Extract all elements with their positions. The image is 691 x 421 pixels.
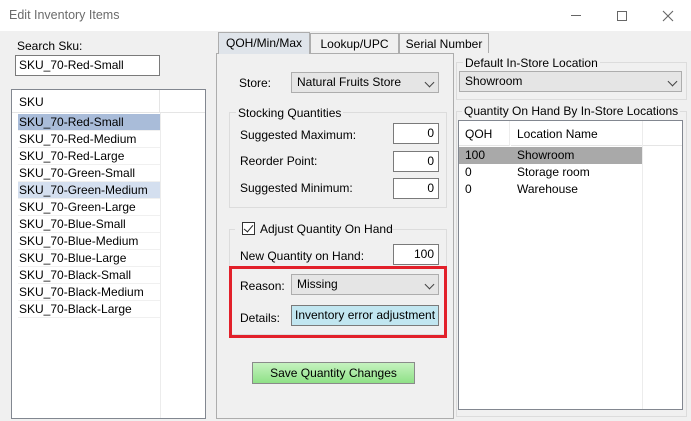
grid-divider bbox=[160, 113, 161, 418]
suggested-min-input[interactable]: 0 bbox=[393, 178, 439, 199]
sku-list-item[interactable]: SKU_70-Black-Medium bbox=[18, 284, 160, 301]
tab-qoh-min-max[interactable]: QOH/Min/Max bbox=[218, 32, 310, 54]
default-location-value: Showroom bbox=[465, 74, 523, 88]
sku-column-header[interactable]: SKU bbox=[12, 90, 160, 113]
sku-list-item[interactable]: SKU_70-Black-Large bbox=[18, 301, 160, 318]
chevron-down-icon bbox=[667, 76, 678, 87]
sku-list-item[interactable]: SKU_70-Red-Medium bbox=[18, 131, 160, 148]
sku-list-item[interactable]: SKU_70-Blue-Large bbox=[18, 250, 160, 267]
location-name-column-header[interactable]: Location Name bbox=[511, 121, 643, 146]
default-location-select[interactable]: Showroom bbox=[459, 71, 682, 92]
new-quantity-label: New Quantity on Hand: bbox=[240, 249, 365, 263]
qoh-cell: 0 bbox=[465, 165, 472, 179]
header-filler bbox=[643, 121, 682, 146]
minimize-icon bbox=[571, 15, 581, 16]
maximize-icon bbox=[617, 10, 627, 21]
stocking-quantities-title: Stocking Quantities bbox=[236, 106, 344, 120]
qoh-cell: 0 bbox=[465, 182, 472, 196]
store-select[interactable]: Natural Fruits Store bbox=[291, 72, 439, 93]
location-name-cell: Showroom bbox=[517, 148, 575, 162]
location-name-cell: Warehouse bbox=[517, 182, 578, 196]
location-row[interactable]: 100 Showroom bbox=[459, 147, 642, 164]
suggested-max-input[interactable]: 0 bbox=[393, 123, 439, 144]
sku-list-item[interactable]: SKU_70-Blue-Medium bbox=[18, 233, 160, 250]
suggested-max-label: Suggested Maximum: bbox=[240, 128, 357, 142]
qoh-column-header[interactable]: QOH bbox=[459, 121, 509, 146]
tab-lookup-upc[interactable]: Lookup/UPC bbox=[310, 33, 399, 53]
reason-details-highlight bbox=[229, 266, 447, 338]
grid-divider bbox=[642, 121, 643, 409]
location-row[interactable]: 0 Storage room bbox=[459, 164, 642, 181]
qoh-cell: 100 bbox=[465, 148, 486, 162]
default-location-title: Default In-Store Location bbox=[463, 56, 600, 70]
checkmark-icon bbox=[243, 222, 254, 233]
save-quantity-changes-button[interactable]: Save Quantity Changes bbox=[252, 362, 415, 384]
tab-serial-number[interactable]: Serial Number bbox=[399, 33, 489, 53]
chevron-down-icon bbox=[424, 77, 435, 88]
sku-list-item[interactable]: SKU_70-Green-Small bbox=[18, 165, 160, 182]
adjust-quantity-label[interactable]: Adjust Quantity On Hand bbox=[260, 222, 393, 236]
store-select-value: Natural Fruits Store bbox=[297, 75, 402, 89]
close-icon bbox=[662, 10, 674, 21]
location-name-cell: Storage room bbox=[517, 165, 590, 179]
sku-list-item[interactable]: SKU_70-Black-Small bbox=[18, 267, 160, 284]
sku-list-item[interactable]: SKU_70-Red-Small bbox=[18, 114, 160, 131]
location-row[interactable]: 0 Warehouse bbox=[459, 181, 642, 198]
search-sku-label: Search Sku: bbox=[17, 39, 83, 53]
grid-divider bbox=[509, 121, 510, 146]
reorder-point-input[interactable]: 0 bbox=[393, 151, 439, 172]
search-sku-input[interactable]: SKU_70-Red-Small bbox=[15, 55, 160, 76]
qoh-by-location-title: Quantity On Hand By In-Store Locations bbox=[462, 104, 681, 118]
store-label: Store: bbox=[239, 76, 272, 90]
sku-list-item[interactable]: SKU_70-Green-Large bbox=[18, 199, 160, 216]
window-title: Edit Inventory Items bbox=[9, 8, 120, 22]
sku-list[interactable]: SKU SKU_70-Red-Small SKU_70-Red-Medium SKU… bbox=[11, 89, 206, 419]
minimize-button[interactable] bbox=[553, 0, 599, 31]
sku-list-item[interactable]: SKU_70-Blue-Small bbox=[18, 216, 160, 233]
maximize-button[interactable] bbox=[599, 0, 645, 31]
suggested-min-label: Suggested Minimum: bbox=[240, 181, 353, 195]
sku-list-item[interactable]: SKU_70-Red-Large bbox=[18, 148, 160, 165]
adjust-quantity-checkbox[interactable] bbox=[242, 222, 255, 235]
sku-header-filler bbox=[160, 90, 205, 113]
reorder-point-label: Reorder Point: bbox=[240, 154, 318, 168]
close-button[interactable] bbox=[645, 0, 691, 31]
new-quantity-input[interactable]: 100 bbox=[393, 244, 439, 265]
sku-list-item[interactable]: SKU_70-Green-Medium bbox=[18, 182, 160, 199]
qoh-location-table[interactable]: QOH Location Name 100 Showroom 0 Storage ro… bbox=[458, 120, 683, 410]
